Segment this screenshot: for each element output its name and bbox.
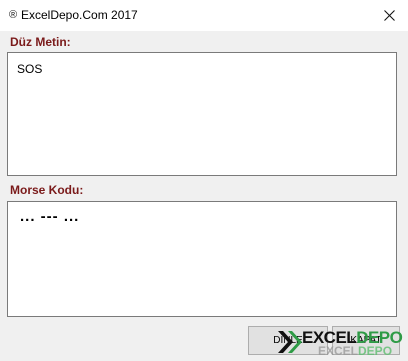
morse-code-label: Morse Kodu:	[10, 183, 84, 197]
title-bar: ® ExcelDepo.Com 2017	[0, 0, 408, 31]
app-window: ® ExcelDepo.Com 2017 Düz Metin: SOS Mors…	[0, 0, 408, 361]
window-title: ExcelDepo.Com 2017	[21, 8, 138, 22]
morse-code-value: ... --- ...	[20, 208, 80, 225]
logo-mark-icon	[278, 331, 302, 353]
plain-text-input[interactable]: SOS	[7, 52, 397, 176]
plain-text-value: SOS	[17, 62, 43, 76]
plain-text-label: Düz Metin:	[10, 35, 71, 49]
morse-code-output[interactable]: ... --- ...	[7, 201, 397, 317]
app-icon: ®	[9, 9, 18, 21]
exceldepo-logo: EXCELDEPO EXCELDEPO	[274, 326, 404, 358]
logo-shadow-text: EXCELDEPO	[318, 344, 393, 358]
close-window-button[interactable]	[370, 0, 408, 31]
close-icon	[383, 10, 395, 21]
